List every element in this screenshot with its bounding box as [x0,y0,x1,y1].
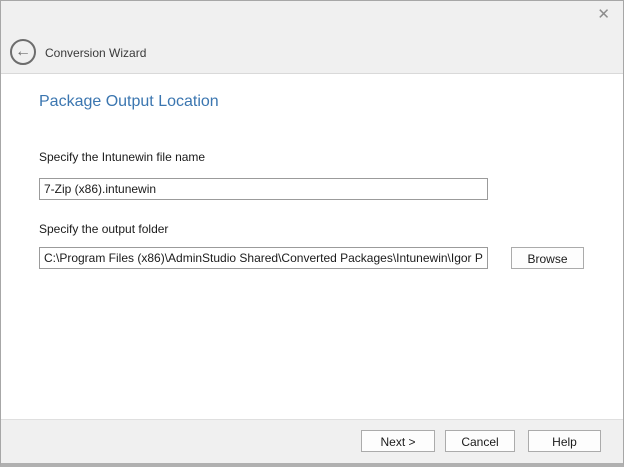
browse-button[interactable]: Browse [511,247,584,269]
conversion-wizard-window: ← Conversion Wizard ✕ Package Output Loc… [0,0,624,467]
next-button[interactable]: Next > [361,430,435,452]
filename-label: Specify the Intunewin file name [39,150,205,164]
back-button[interactable]: ← [10,39,36,65]
output-folder-label: Specify the output folder [39,222,168,236]
wizard-title: Conversion Wizard [45,46,146,60]
output-folder-input[interactable] [39,247,488,269]
page-title: Package Output Location [39,93,219,111]
filename-input[interactable] [39,178,488,200]
wizard-header: ← Conversion Wizard [1,1,623,74]
footer-bar: Next > Cancel Help [1,419,623,463]
close-icon[interactable]: ✕ [597,6,610,24]
cancel-button[interactable]: Cancel [445,430,515,452]
help-button[interactable]: Help [528,430,601,452]
back-arrow-icon: ← [15,44,31,60]
